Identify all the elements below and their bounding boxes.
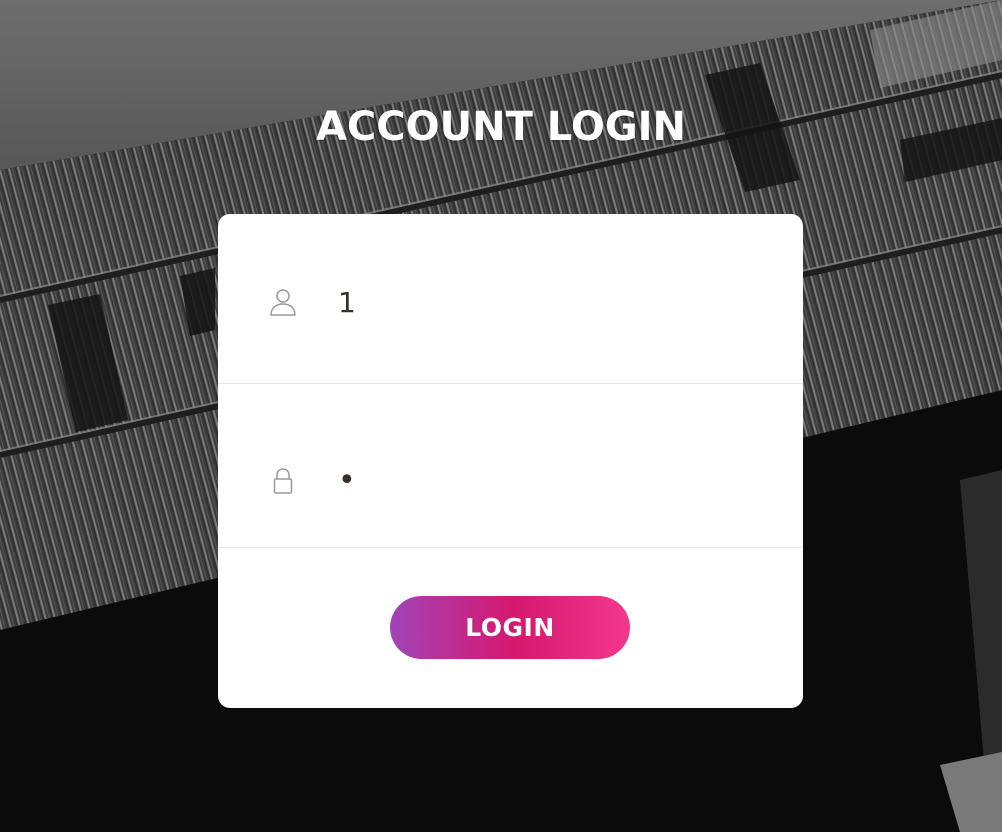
login-page: ACCOUNT LOGIN LOGIN	[0, 0, 1002, 832]
password-row	[218, 384, 803, 548]
lock-icon	[273, 468, 293, 494]
username-row	[218, 214, 803, 384]
page-title: ACCOUNT LOGIN	[315, 104, 687, 150]
submit-row: LOGIN	[218, 548, 803, 708]
user-icon	[270, 289, 296, 316]
username-input[interactable]	[338, 282, 758, 322]
login-button[interactable]: LOGIN	[390, 596, 630, 659]
login-card: LOGIN	[218, 214, 803, 708]
password-input[interactable]	[338, 460, 758, 500]
